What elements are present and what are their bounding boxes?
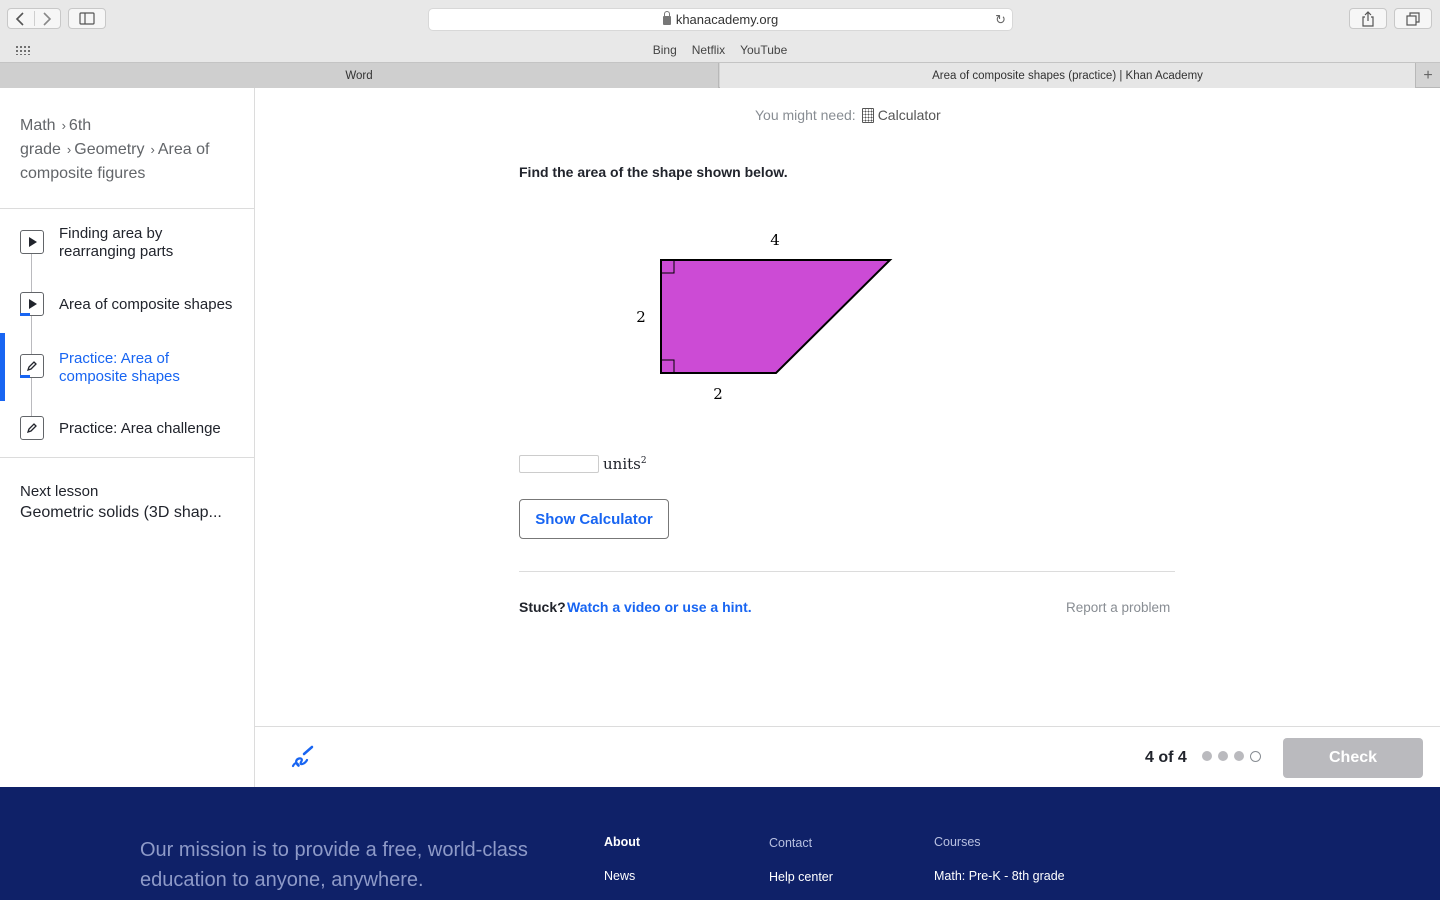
footer-about-column: About News — [604, 835, 640, 883]
new-tab-button[interactable]: + — [1415, 63, 1440, 88]
address-bar[interactable]: khanacademy.org ↻ — [428, 8, 1013, 31]
footer-contact-column: Contact Help center — [769, 836, 833, 884]
footer-contact-heading: Contact — [769, 836, 813, 850]
next-lesson-label: Next lesson — [20, 483, 99, 500]
sidebar-toggle-button[interactable] — [68, 8, 106, 29]
site-footer: Our mission is to provide a free, world-… — [0, 787, 1440, 900]
play-icon — [20, 292, 44, 316]
footer-courses-heading: Courses — [934, 835, 981, 849]
tab-bar: Word Area of composite shapes (practice)… — [0, 62, 1440, 88]
bottom-length-label: 2 — [713, 385, 723, 403]
progress-text: 4 of 4 — [1145, 749, 1187, 766]
answer-input[interactable] — [519, 455, 599, 473]
exercise-area: You might need: Calculator Find the area… — [255, 88, 1440, 726]
play-icon — [20, 230, 44, 254]
progress-dot — [1202, 751, 1212, 761]
lesson-item-practice-composite[interactable]: Practice: Area of composite shapes — [0, 348, 254, 392]
chevron-right-icon — [43, 12, 52, 26]
breadcrumb-geometry[interactable]: Geometry — [74, 141, 144, 158]
progress-dot-current — [1250, 751, 1261, 762]
lesson-sidebar: Math › 6th grade › Geometry › Area of composit… — [0, 88, 255, 787]
url-text: khanacademy.org — [675, 12, 779, 27]
question-text: Find the area of the shape shown below. — [519, 164, 788, 180]
favorite-netflix[interactable]: Netflix — [692, 43, 725, 57]
scratchpad-icon[interactable] — [287, 744, 315, 772]
tab-khan-academy[interactable]: Area of composite shapes (practice) | Kh… — [720, 63, 1415, 88]
lesson-label: Practice: Area challenge — [59, 420, 221, 437]
breadcrumb: Math › 6th grade › Geometry › Area of composit… — [20, 114, 235, 186]
lesson-label: Practice: Area of composite shapes — [59, 350, 180, 385]
divider — [0, 457, 254, 458]
chevron-left-icon — [15, 12, 24, 26]
plus-icon: + — [1423, 66, 1433, 84]
report-problem-link[interactable]: Report a problem — [1066, 600, 1170, 615]
favorite-youtube[interactable]: YouTube — [740, 43, 787, 57]
sidebar-icon — [79, 12, 95, 25]
favorites-bar: Bing Netflix YouTube — [0, 38, 1440, 62]
tabs-icon — [1406, 11, 1420, 26]
exercise-action-bar: 4 of 4 Check — [255, 726, 1440, 787]
mission-statement: Our mission is to provide a free, world-… — [140, 839, 528, 891]
lesson-item-area-composite-video[interactable]: Area of composite shapes — [0, 292, 254, 324]
lock-icon — [662, 11, 671, 25]
lesson-item-area-challenge[interactable]: Practice: Area challenge — [0, 416, 254, 446]
footer-news-link[interactable]: News — [604, 869, 640, 883]
tabs-overview-button[interactable] — [1394, 8, 1432, 29]
divider — [519, 571, 1175, 572]
progress-dots — [1202, 751, 1261, 762]
units-label: units2 — [603, 455, 647, 473]
check-button[interactable]: Check — [1283, 738, 1423, 778]
pencil-icon — [20, 416, 44, 440]
progress-dot — [1234, 751, 1244, 761]
chevron-right-icon: › — [66, 142, 72, 157]
divider — [0, 208, 254, 209]
left-length-label: 2 — [636, 308, 646, 326]
lesson-label: Finding area by rearranging parts — [59, 225, 174, 260]
share-button[interactable] — [1349, 8, 1387, 29]
chevron-right-icon: › — [61, 118, 66, 133]
units-exponent: 2 — [640, 456, 647, 466]
might-need-label: You might need: — [755, 107, 856, 123]
footer-math-course-link[interactable]: Math: Pre-K - 8th grade — [934, 869, 1065, 883]
calculator-icon — [861, 107, 874, 123]
share-icon — [1362, 10, 1374, 27]
progress-dot — [1218, 751, 1228, 761]
stuck-label: Stuck? — [519, 599, 566, 615]
browser-toolbar: khanacademy.org ↻ — [0, 0, 1440, 38]
chevron-right-icon: › — [150, 142, 155, 157]
pencil-icon — [20, 354, 44, 378]
might-need-row: You might need: Calculator — [755, 107, 941, 123]
show-calculator-button[interactable]: Show Calculator — [519, 499, 669, 539]
calculator-label: Calculator — [877, 107, 941, 123]
nav-buttons — [7, 8, 61, 29]
hint-link[interactable]: Watch a video or use a hint. — [567, 599, 752, 615]
footer-help-center-link[interactable]: Help center — [769, 870, 833, 884]
tab-word[interactable]: Word — [0, 63, 719, 88]
lesson-item-finding-area[interactable]: Finding area by rearranging parts — [0, 225, 254, 278]
footer-courses-column: Courses Math: Pre-K - 8th grade — [934, 835, 1065, 883]
grid-icon[interactable] — [15, 45, 31, 55]
reload-icon[interactable]: ↻ — [995, 12, 1006, 28]
favorite-bing[interactable]: Bing — [653, 43, 677, 57]
breadcrumb-math[interactable]: Math — [20, 117, 56, 134]
answer-row: units2 — [519, 455, 647, 473]
next-lesson-link[interactable]: Geometric solids (3D shap... — [20, 504, 235, 522]
lesson-connector — [31, 254, 32, 418]
forward-button[interactable] — [35, 9, 59, 29]
back-button[interactable] — [8, 9, 32, 29]
top-length-label: 4 — [770, 231, 780, 249]
units-text: units — [603, 455, 641, 473]
lesson-label: Area of composite shapes — [59, 296, 233, 313]
footer-about-heading: About — [604, 835, 641, 849]
composite-shape-figure: 4 2 2 — [636, 231, 893, 403]
trapezoid-shape — [660, 259, 893, 374]
